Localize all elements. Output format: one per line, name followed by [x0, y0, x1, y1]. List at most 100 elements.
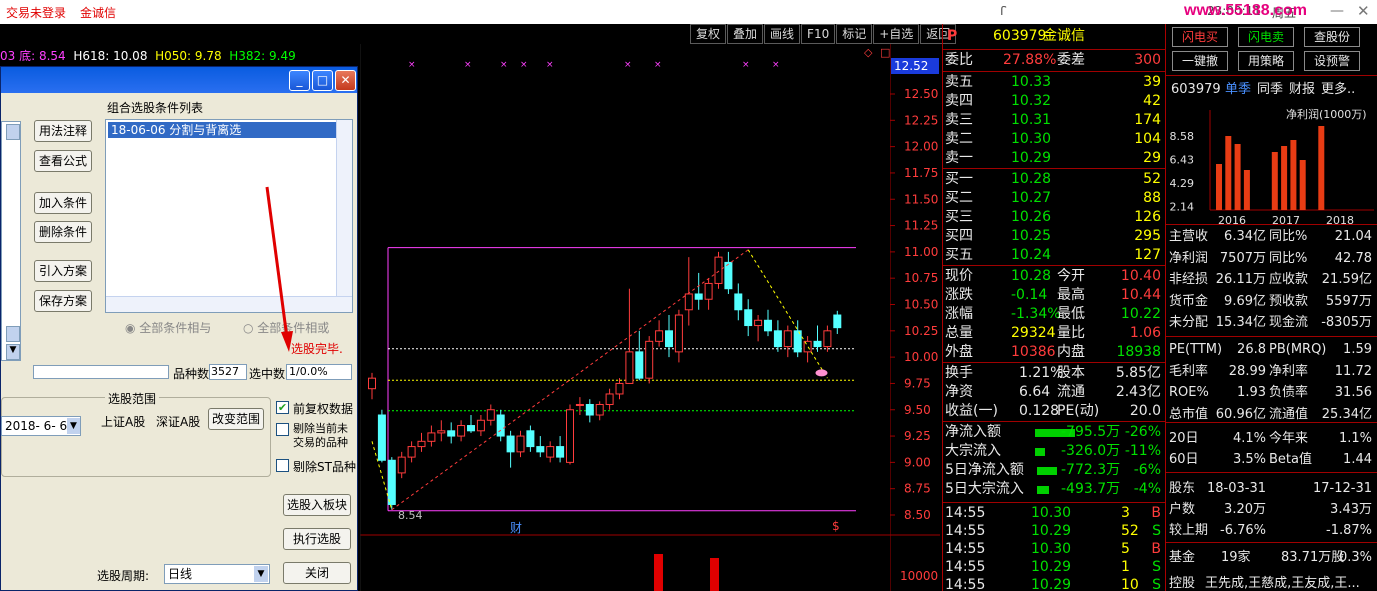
fin-row-label: PB(MRQ)	[1269, 342, 1327, 357]
fin-action-button[interactable]: 闪电卖	[1238, 27, 1294, 47]
tick-time: 14:55	[945, 523, 986, 539]
fin-tab-report[interactable]: 财报	[1289, 80, 1315, 99]
flow-value: -795.5万	[1061, 424, 1121, 440]
finance-marker: 财	[510, 521, 523, 535]
fin-row-value: 60.96亿	[1215, 406, 1266, 422]
flow-label: 5日大宗流入	[945, 481, 1024, 497]
fin-row-label: 预收款	[1269, 293, 1309, 309]
fin-row-value: 25.34亿	[1321, 406, 1372, 422]
flow-label: 大宗流入	[945, 443, 1001, 459]
toolbar-draw[interactable]: 画线	[764, 24, 801, 44]
ask-row: 卖三 10.31 174	[943, 111, 1165, 130]
toolbar-f10[interactable]: F10	[801, 24, 836, 44]
fin-row-value: 1.93	[1237, 385, 1266, 400]
candlestick-chart[interactable]: × × × × × × × × ×	[360, 44, 940, 591]
fin-profit-bar	[1225, 136, 1232, 210]
fundamental-value: 0.128	[1019, 403, 1060, 419]
toolbar-overlay[interactable]: 叠加	[727, 24, 764, 44]
tick-price: 10.29	[1031, 523, 1072, 539]
candle-body	[368, 377, 376, 390]
y-tick-label: 12.00	[904, 140, 938, 154]
fin-action-button[interactable]: 设预警	[1304, 51, 1360, 71]
ask-price: 10.29	[1011, 150, 1052, 166]
bid-label: 买五	[945, 247, 973, 263]
toolbar-fuquan[interactable]: 复权	[690, 24, 727, 44]
fin-row: 货币金 9.69亿 预收款 5597万	[1169, 292, 1374, 311]
fundamental-label: 股本	[1057, 365, 1085, 381]
fin-action-button[interactable]: 查股份	[1304, 27, 1360, 47]
stat-label: 涨跌	[945, 287, 973, 303]
bid-price: 10.26	[1011, 209, 1052, 225]
menu-glyph: ꓩ	[1000, 4, 1007, 18]
watermark-logo: www.55188.com	[1184, 2, 1308, 19]
close-icon[interactable]: ✕	[1357, 2, 1370, 20]
stat-value: 10.22	[1120, 306, 1161, 322]
signal-marker: ×	[408, 60, 416, 70]
ask-price: 10.33	[1011, 74, 1052, 90]
y-tick-label: 10.00	[904, 350, 938, 364]
candle-body	[754, 319, 763, 327]
fin-row-value: 3.5%	[1232, 452, 1266, 467]
y-tick-label: 8.50	[904, 508, 931, 522]
fundamental-value: 5.85亿	[1115, 365, 1161, 381]
candle-body	[457, 425, 466, 437]
fin-tab-code[interactable]: 603979	[1171, 80, 1221, 99]
candle-body	[734, 293, 743, 311]
y-tick-label: 9.50	[904, 403, 931, 417]
weicha-label: 委差	[1057, 52, 1085, 68]
bid-row: 买五 10.24 127	[943, 246, 1165, 265]
weibi-label: 委比	[945, 52, 973, 68]
fin-row: 未分配 15.34亿 现金流 -8305万	[1169, 313, 1374, 332]
fin-y-tick: 8.58	[1170, 130, 1195, 143]
fin-tab-quarter[interactable]: 单季	[1225, 80, 1251, 99]
bid-price: 10.25	[1011, 228, 1052, 244]
candle-body	[397, 456, 406, 474]
fin-row-label: 总市值	[1169, 406, 1209, 422]
fundamental-label: 净资	[945, 384, 973, 400]
ask-row: 卖一 10.29 29	[943, 149, 1165, 168]
tick-price: 10.30	[1031, 541, 1072, 557]
signal-marker: ×	[742, 60, 750, 70]
candle-body	[427, 432, 436, 442]
diamond-icon: ◇	[864, 46, 873, 59]
fin-row-value: 21.59亿	[1321, 272, 1372, 287]
net-profit-chart: 8.586.434.292.140.00净利润(1000万)2016201720…	[1170, 107, 1374, 226]
candle-body	[496, 414, 505, 437]
toolbar-add-watchlist[interactable]: +自选	[873, 24, 920, 44]
fin-tab-more[interactable]: 更多..	[1321, 80, 1355, 99]
fin-y-tick: 6.43	[1170, 154, 1195, 167]
y-tick-label: 12.50	[904, 87, 938, 101]
stat-value: 18938	[1116, 344, 1161, 360]
minimize-icon[interactable]: —	[1330, 3, 1344, 19]
flow-pct: -11%	[1124, 443, 1161, 459]
dividend-marker: $	[832, 519, 840, 533]
flow-pct: -26%	[1124, 424, 1161, 440]
fin-action-button[interactable]: 闪电买	[1172, 27, 1228, 47]
holder-row: 股东 18-03-31 17-12-31	[1169, 479, 1374, 498]
fin-row: 20日 4.1% 今年来 1.1%	[1169, 429, 1374, 448]
y-tick-label: 11.00	[904, 245, 938, 259]
control-value: 王先成,王慈成,王友成,王...	[1205, 576, 1360, 591]
y-tick-label: 11.75	[904, 166, 938, 180]
y-tick-label: 10.75	[904, 271, 938, 285]
fin-row: PE(TTM) 26.8 PB(MRQ) 1.59	[1169, 340, 1374, 359]
candle-body	[665, 330, 673, 348]
toolbar-mark[interactable]: 标记	[836, 24, 873, 44]
fundamental-row: 换手 1.21% 股本 5.85亿	[943, 364, 1165, 383]
fund-shares: 83.71万股	[1281, 550, 1345, 565]
fin-action-button[interactable]: 一键撤	[1172, 51, 1228, 71]
stat-row: 外盘 10386 内盘 18938	[943, 343, 1165, 362]
fin-row-value: 26.8	[1237, 342, 1266, 357]
tick-row: 14:55 10.29 52 S	[943, 522, 1165, 541]
candle-body	[724, 261, 733, 290]
fin-tab-yoy[interactable]: 同季	[1257, 80, 1283, 99]
fin-action-button[interactable]: 用策略	[1238, 51, 1294, 71]
bid-label: 买三	[945, 209, 973, 225]
y-tick-label: 11.25	[904, 219, 938, 233]
candle-body	[536, 446, 545, 453]
fin-row-value: 15.34亿	[1215, 315, 1266, 330]
holder-label: 股东	[1169, 481, 1196, 496]
candle-body	[615, 382, 624, 395]
fundamental-label: 换手	[945, 365, 973, 381]
tick-row: 14:55 10.29 1 S	[943, 558, 1165, 577]
